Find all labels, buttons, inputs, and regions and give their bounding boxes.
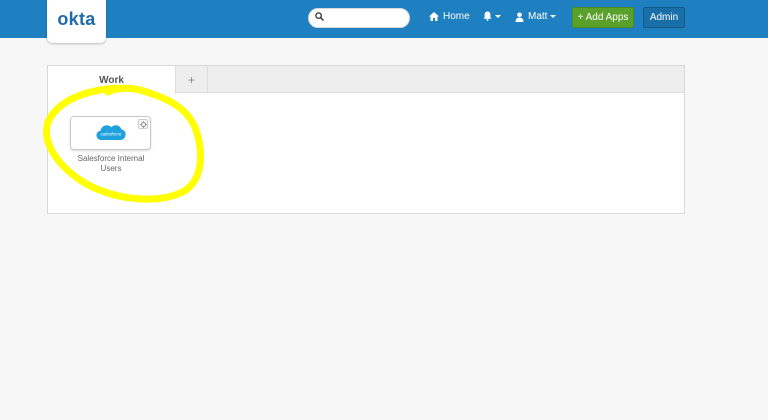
salesforce-logo-icon: salesforce xyxy=(95,122,127,144)
add-tab-label: + xyxy=(187,72,195,87)
user-menu-dropdown[interactable]: Matt xyxy=(515,11,557,22)
app-tile-label: Salesforce Internal Users xyxy=(77,154,145,173)
user-menu-label: Matt xyxy=(528,11,548,22)
app-tile-salesforce[interactable]: salesforce xyxy=(70,116,151,150)
tab-work-label: Work xyxy=(99,74,124,86)
app-settings-button[interactable] xyxy=(138,119,148,129)
notifications-dropdown[interactable] xyxy=(483,11,501,21)
nav-home-link[interactable]: Home xyxy=(429,11,470,22)
gear-icon xyxy=(139,120,147,128)
top-bar: okta Home Matt + Add Apps Admin xyxy=(0,0,768,43)
okta-logo[interactable]: okta xyxy=(47,0,106,43)
admin-button[interactable]: Admin xyxy=(643,7,685,28)
search-icon xyxy=(315,12,324,24)
salesforce-logo-text: salesforce xyxy=(100,132,121,137)
add-apps-label: + Add Apps xyxy=(577,12,629,23)
apps-panel: Work + salesforce Salesforce Internal Us… xyxy=(47,65,685,214)
add-apps-button[interactable]: + Add Apps xyxy=(572,7,634,28)
nav-home-label: Home xyxy=(443,11,470,22)
okta-logo-text: okta xyxy=(57,9,96,29)
search-box[interactable] xyxy=(308,8,410,28)
tab-work[interactable]: Work xyxy=(48,66,176,94)
admin-label: Admin xyxy=(649,12,679,23)
tab-bar: Work + xyxy=(48,66,684,94)
add-tab-button[interactable]: + xyxy=(176,66,208,93)
chevron-down-icon xyxy=(495,14,501,18)
bell-icon xyxy=(483,11,492,21)
home-icon xyxy=(429,12,439,21)
search-input[interactable] xyxy=(328,11,406,25)
chevron-down-icon xyxy=(550,15,557,18)
user-icon xyxy=(515,12,524,22)
